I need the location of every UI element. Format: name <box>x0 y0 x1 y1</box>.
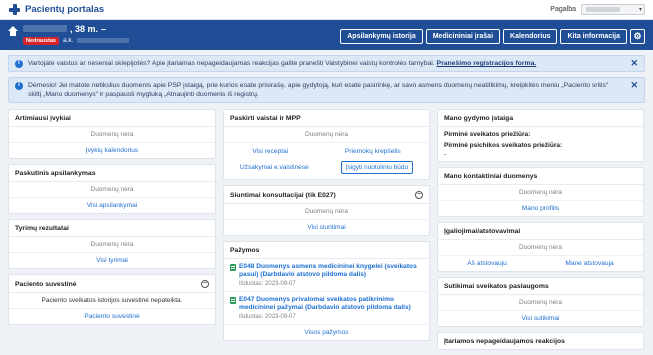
collapse-icon[interactable]: − <box>415 191 423 199</box>
alert-adverse-reactions: i Vartojate vaistus ar neseniai skiepijo… <box>8 55 645 72</box>
settings-button[interactable]: ⚙ <box>630 28 645 44</box>
card-title: Paskirti vaistai ir MPP <box>224 110 429 127</box>
certificate-title[interactable]: E048 Duomenys asmens medicininei knygele… <box>239 263 423 279</box>
card-title: Sutikimai sveikatos paslaugoms <box>438 278 643 295</box>
list-item[interactable]: E047 Duomenys privalomai sveikatos patik… <box>224 292 429 325</box>
card-title: Paskutinis apsilankymas <box>9 165 215 182</box>
medical-cross-icon <box>8 3 21 16</box>
mental-care-value: - <box>444 151 447 158</box>
collapse-icon[interactable]: − <box>201 280 209 288</box>
card-patient-summary: Paciento suvestinė − Paciento sveikatos … <box>8 274 216 325</box>
card-title: Artimiausi įvykiai <box>9 110 215 127</box>
empty-state: Duomenų nėra <box>438 240 643 256</box>
card-prescriptions: Paskirti vaistai ir MPP Duomenų nėra Vis… <box>223 109 430 180</box>
home-icon[interactable] <box>8 26 18 36</box>
card-consents: Sutikimai sveikatos paslaugoms Duomenų n… <box>437 277 644 327</box>
alert-text: Vartojate vaistus ar neseniai skiepijotė… <box>28 60 435 67</box>
patient-dash: – <box>101 23 107 34</box>
copay-cart-link[interactable]: Priemokų krepšelis <box>345 148 401 155</box>
all-certificates-link[interactable]: Visos pažymos <box>224 325 429 340</box>
nav-visit-history[interactable]: Apsilankymų istorija <box>340 28 423 44</box>
help-link[interactable]: Pagalba <box>550 6 576 13</box>
redacted-personal-code <box>77 38 130 43</box>
certificate-date: Išduotas: 2023-09-07 <box>239 281 296 287</box>
card-title: Mano kontaktiniai duomenys <box>438 168 643 185</box>
info-icon: i <box>15 81 23 90</box>
nav-other-info[interactable]: Kita informacija <box>560 28 627 44</box>
close-icon[interactable]: ✕ <box>630 59 638 68</box>
alert-data-update: i Dėmesio! Jei matote netikslius duomeni… <box>8 77 645 103</box>
personal-code-label: a.k. <box>62 37 74 44</box>
report-form-link[interactable]: Pranešimo registracijos forma. <box>437 60 537 67</box>
document-icon <box>230 296 236 304</box>
card-certificates: Pažymos E048 Duomenys asmens medicininei… <box>223 241 430 341</box>
certificate-title[interactable]: E047 Duomenys privalomai sveikatos patik… <box>239 296 423 312</box>
all-tests-link[interactable]: Visi tyrimai <box>9 253 215 268</box>
card-last-visit: Paskutinis apsilankymas Duomenų nėra Vis… <box>8 164 216 214</box>
card-title: Paciento suvestinė <box>15 280 77 288</box>
all-prescriptions-link[interactable]: Visi receptai <box>252 148 288 155</box>
certificate-date: Išduotas: 2023-09-07 <box>239 314 296 320</box>
app-title: Pacientų portalas <box>25 4 105 15</box>
summary-text: Paciento sveikatos istorijos suvestinė n… <box>9 293 215 309</box>
nav-medical-records[interactable]: Medicininiai įrašai <box>425 28 501 44</box>
card-proxies: Įgaliojimai/atstovavimai Duomenų nėra Aš… <box>437 222 644 272</box>
patient-header: , 38 m. – Nedraustas a.k. Apsilankymų is… <box>0 20 653 50</box>
empty-state: Duomenų nėra <box>438 185 643 201</box>
card-title: Tyrimų rezultatai <box>9 220 215 237</box>
card-referrals: Siuntimai konsultacijai (tik E027) − Duo… <box>223 185 430 236</box>
insurance-status-badge: Nedraustas <box>23 36 59 45</box>
buy-remotely-button[interactable]: Įsigyti nuotoliniu būdu <box>340 161 414 174</box>
empty-state: Duomenų nėra <box>224 204 429 220</box>
my-profile-link[interactable]: Mano profilis <box>438 201 643 216</box>
card-title: Pažymos <box>224 242 429 259</box>
mental-care-label: Pirminė psichikos sveikatos priežiūra: <box>444 142 563 149</box>
card-my-institution: Mano gydymo įstaiga Pirminė sveikatos pr… <box>437 109 644 162</box>
nav-calendar[interactable]: Kalendorius <box>503 28 558 44</box>
card-title: Siuntimai konsultacijai (tik E027) <box>230 191 336 199</box>
card-upcoming-events: Artimiausi įvykiai Duomenų nėra Įvykių k… <box>8 109 216 159</box>
all-consents-link[interactable]: Visi sutikimai <box>438 311 643 326</box>
document-icon <box>230 263 236 271</box>
events-calendar-link[interactable]: Įvykių kalendorius <box>9 143 215 158</box>
all-visits-link[interactable]: Visi apsilankymai <box>9 198 215 213</box>
user-account-select[interactable]: ▾ <box>581 4 645 15</box>
redacted-patient-name <box>23 25 67 32</box>
patient-age: , 38 m. <box>70 23 99 34</box>
empty-state: Duomenų nėra <box>9 237 215 253</box>
empty-state: Duomenų nėra <box>9 127 215 143</box>
all-referrals-link[interactable]: Visi siuntimai <box>224 220 429 235</box>
i-represent-link[interactable]: Aš atstovauju <box>467 260 507 267</box>
represented-by-link[interactable]: Mane atstovauja <box>565 260 613 267</box>
card-test-results: Tyrimų rezultatai Duomenų nėra Visi tyri… <box>8 219 216 269</box>
empty-state: Duomenų nėra <box>9 182 215 198</box>
alert-text: Dėmesio! Jei matote netikslius duomenis … <box>28 82 609 98</box>
chevron-down-icon: ▾ <box>638 7 642 13</box>
card-title: Įtariamos nepageidaujamos reakcijos <box>444 338 565 345</box>
epharmacy-orders-link[interactable]: Užsakymai e.vaistinėse <box>240 164 309 171</box>
card-title: Mano gydymo įstaiga <box>438 110 643 127</box>
list-item[interactable]: E048 Duomenys asmens medicininei knygele… <box>224 259 429 292</box>
info-icon: i <box>15 59 23 68</box>
close-icon[interactable]: ✕ <box>630 81 638 90</box>
redacted-username <box>586 7 620 12</box>
card-adverse-reactions: Įtariamos nepageidaujamos reakcijos <box>437 332 644 350</box>
gear-icon: ⚙ <box>633 30 642 41</box>
primary-care-label: Pirminė sveikatos priežiūra: <box>444 131 531 138</box>
card-title: Įgaliojimai/atstovavimai <box>438 223 643 240</box>
empty-state: Duomenų nėra <box>438 295 643 311</box>
empty-state: Duomenų nėra <box>224 127 429 143</box>
portal-logo[interactable]: Pacientų portalas <box>8 3 104 16</box>
patient-summary-link[interactable]: Paciento suvestinė <box>9 309 215 324</box>
card-contacts: Mano kontaktiniai duomenys Duomenų nėra … <box>437 167 644 217</box>
main-nav: Apsilankymų istorija Medicininiai įrašai… <box>340 28 645 44</box>
top-bar: Pacientų portalas Pagalba ▾ <box>0 0 653 20</box>
